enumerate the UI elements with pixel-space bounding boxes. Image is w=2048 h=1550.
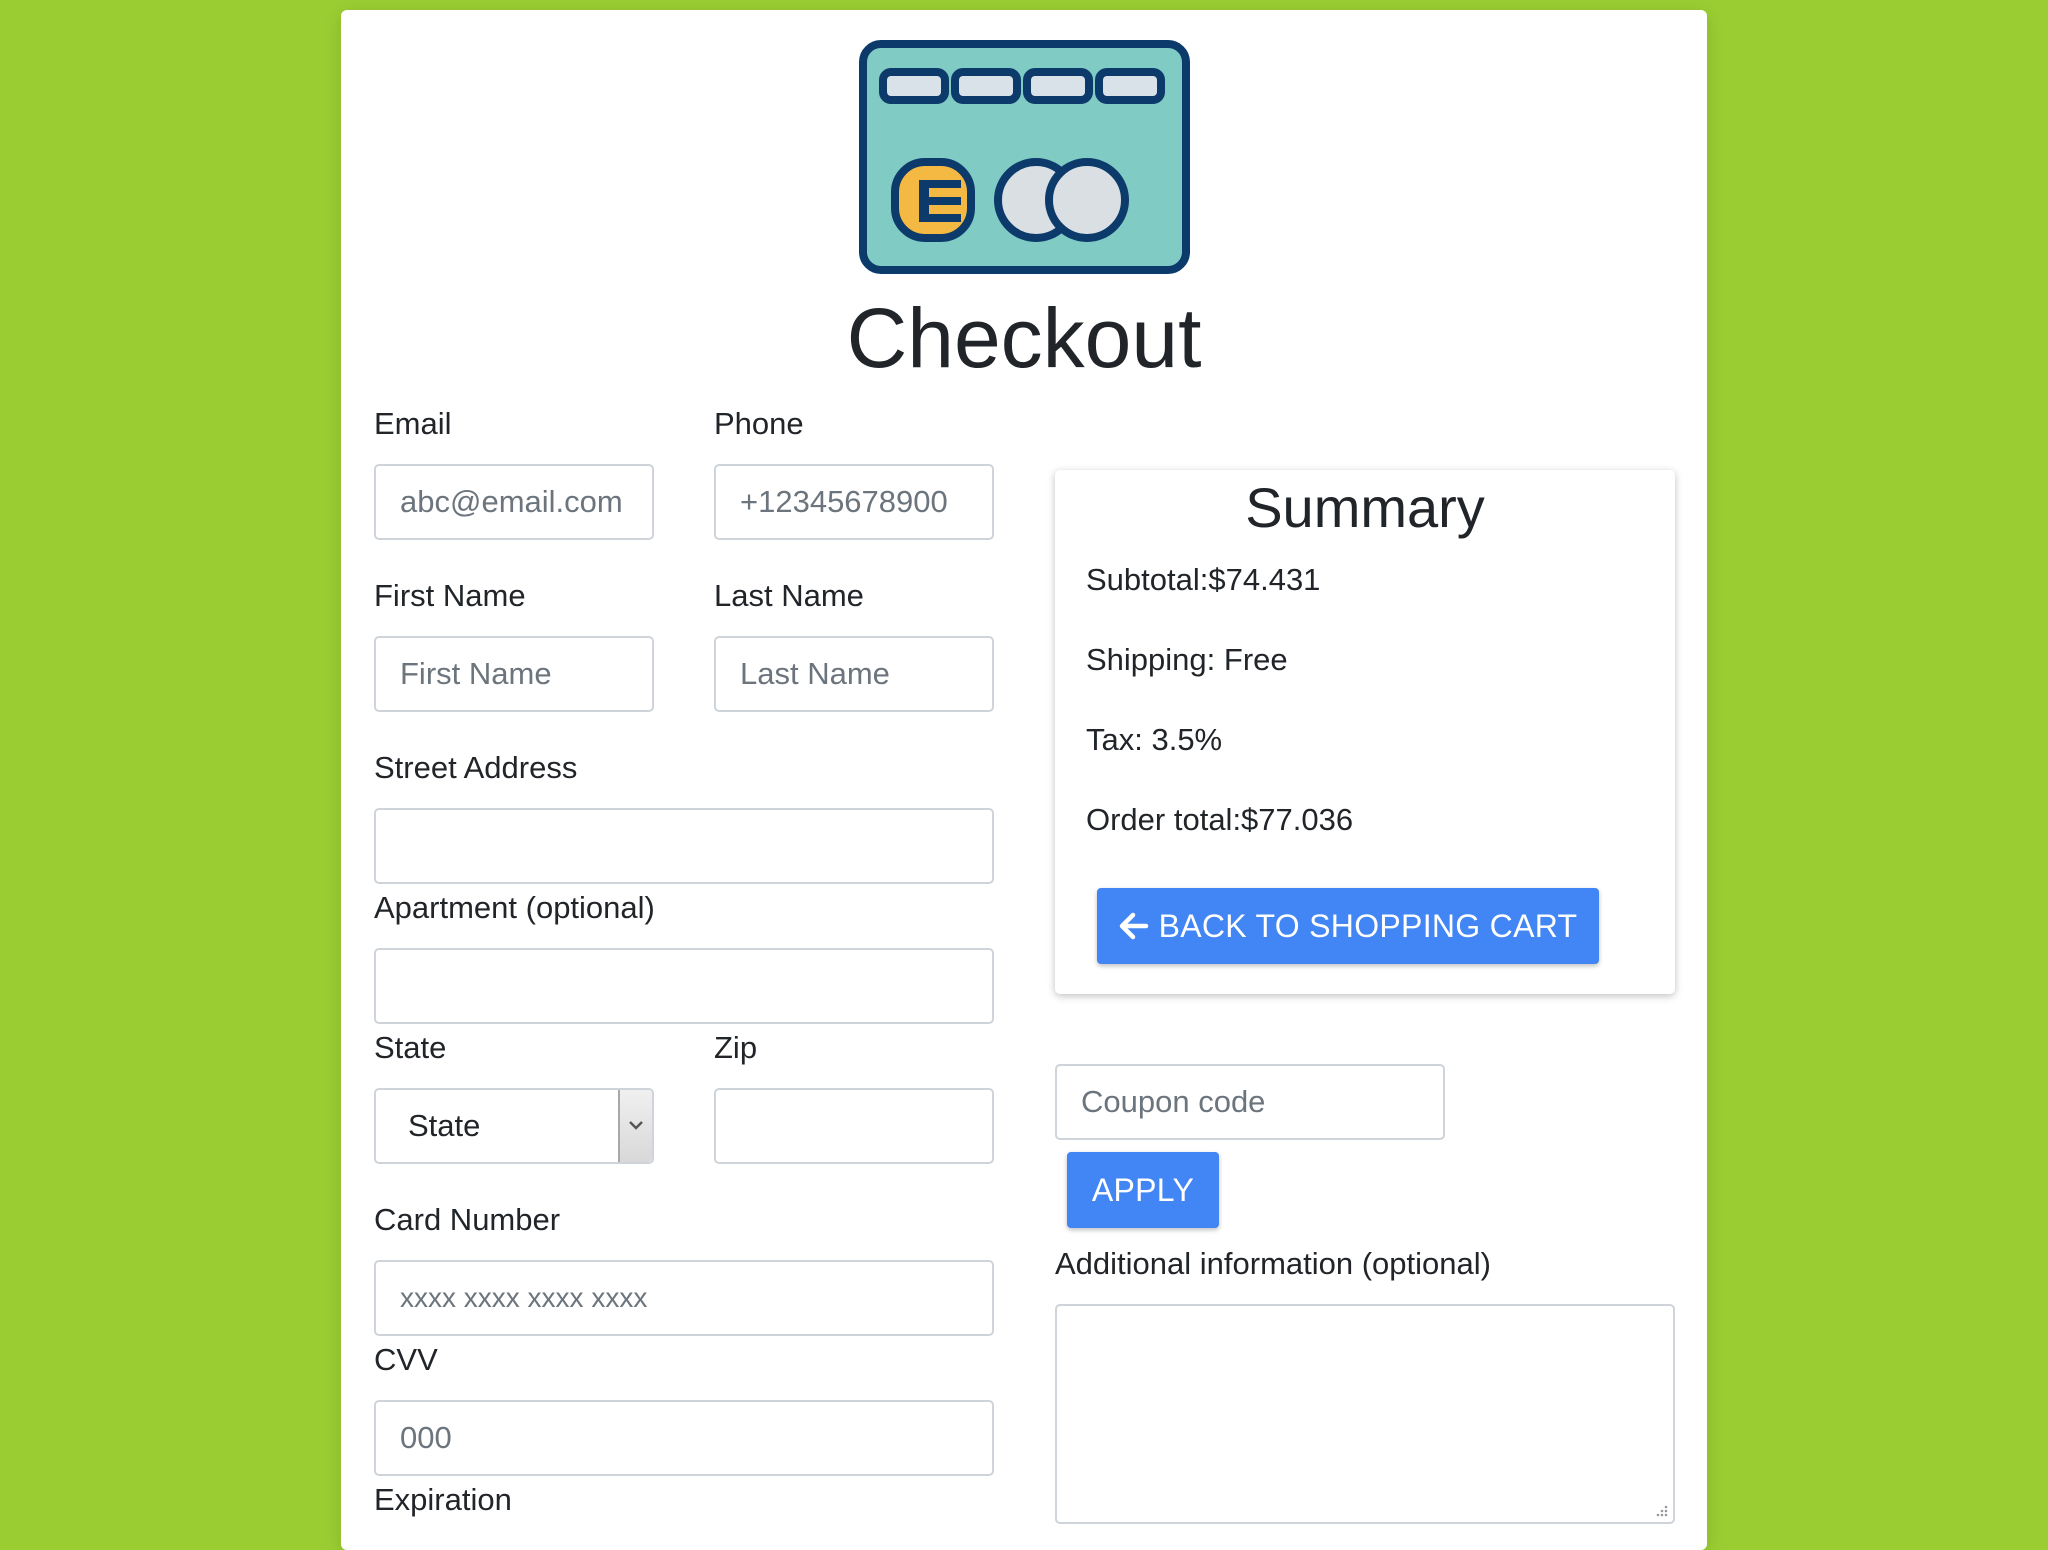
zip-label: Zip: [714, 1030, 758, 1065]
coupon-code-field[interactable]: [1055, 1064, 1445, 1140]
cvv-label: CVV: [374, 1342, 438, 1377]
additional-info-textarea[interactable]: [1055, 1304, 1675, 1524]
additional-info-label: Additional information (optional): [1055, 1246, 1491, 1281]
apartment-field[interactable]: [374, 948, 994, 1024]
street-address-label: Street Address: [374, 750, 578, 785]
last-name-label: Last Name: [714, 578, 864, 613]
summary-title: Summary: [1245, 476, 1485, 539]
card-number-field[interactable]: [374, 1260, 994, 1336]
email-label: Email: [374, 406, 452, 441]
apply-coupon-label: APPLY: [1091, 1171, 1195, 1208]
summary-tax: Tax: 3.5%: [1086, 722, 1223, 757]
back-to-cart-label: BACK TO SHOPPING CART: [1158, 907, 1578, 944]
first-name-field[interactable]: [374, 636, 654, 712]
credit-card-icon: [859, 40, 1190, 274]
expiration-label: Expiration: [374, 1482, 512, 1517]
arrow-left-icon: [1119, 912, 1148, 940]
state-select[interactable]: State: [374, 1088, 654, 1164]
summary-order-total: Order total:$77.036: [1086, 802, 1354, 837]
page-title: Checkout: [846, 291, 1202, 385]
email-field[interactable]: [374, 464, 654, 540]
summary-shipping: Shipping: Free: [1086, 642, 1288, 677]
order-summary-panel: Summary Subtotal:$74.431 Shipping: Free …: [1055, 470, 1675, 994]
first-name-label: First Name: [374, 578, 526, 613]
apartment-label: Apartment (optional): [374, 890, 655, 925]
card-number-label: Card Number: [374, 1202, 561, 1237]
back-to-cart-button[interactable]: BACK TO SHOPPING CART: [1097, 888, 1599, 964]
state-label: State: [374, 1030, 447, 1065]
cvv-field[interactable]: [374, 1400, 994, 1476]
resize-handle-icon[interactable]: [1653, 1502, 1669, 1518]
phone-label: Phone: [714, 406, 804, 441]
apply-coupon-button[interactable]: APPLY: [1067, 1152, 1219, 1228]
phone-field[interactable]: [714, 464, 994, 540]
summary-subtotal: Subtotal:$74.431: [1086, 562, 1321, 597]
state-select-value: State: [408, 1108, 481, 1143]
zip-field[interactable]: [714, 1088, 994, 1164]
street-address-field[interactable]: [374, 808, 994, 884]
chevron-down-icon[interactable]: [618, 1090, 652, 1162]
last-name-field[interactable]: [714, 636, 994, 712]
